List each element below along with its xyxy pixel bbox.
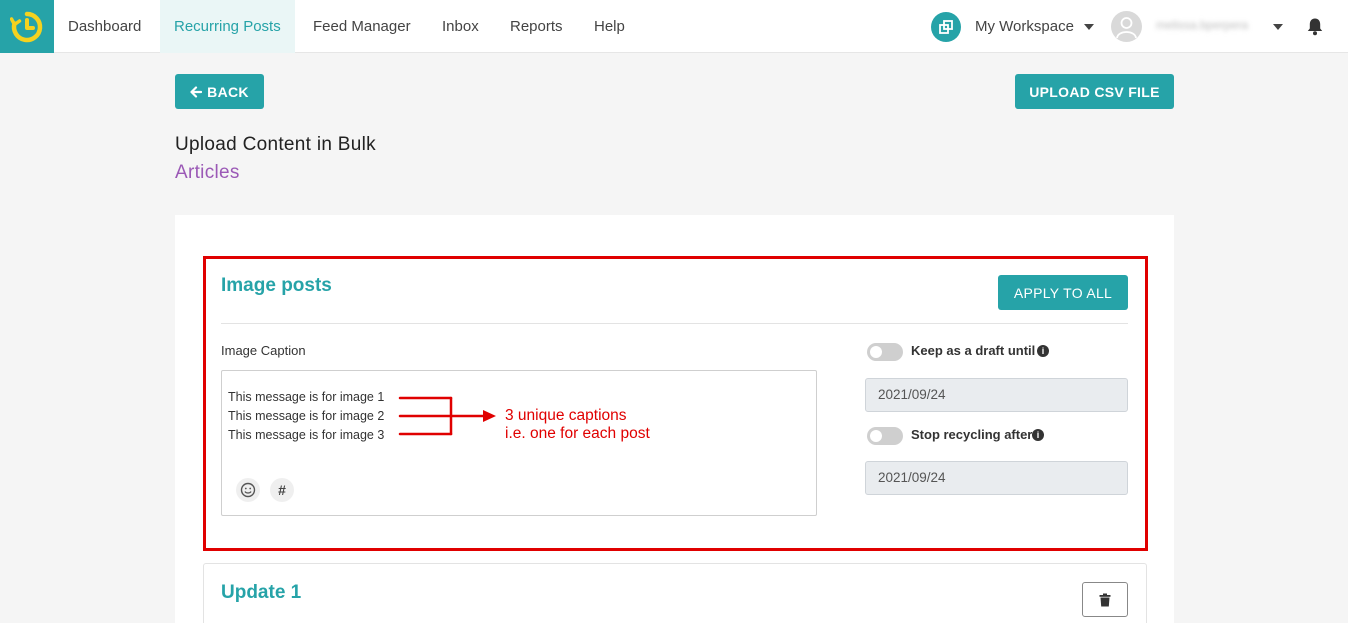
image-posts-title: Image posts: [221, 275, 332, 296]
caption-line: This message is for image 3: [228, 428, 385, 442]
annotation-arrows: [398, 396, 496, 436]
delete-button[interactable]: [1082, 582, 1128, 617]
annotation-text: i.e. one for each post: [505, 425, 650, 442]
apply-to-all-button[interactable]: APPLY TO ALL: [998, 275, 1128, 310]
workspace-icon[interactable]: [931, 12, 961, 42]
back-button-label: BACK: [207, 83, 249, 100]
nav-feed-manager[interactable]: Feed Manager: [299, 0, 425, 53]
keep-draft-label: Keep as a draft until: [911, 343, 1036, 358]
stop-date-input[interactable]: 2021/09/24: [865, 461, 1128, 495]
nav-inbox[interactable]: Inbox: [428, 0, 493, 53]
back-button[interactable]: BACK: [175, 74, 264, 109]
nav-help[interactable]: Help: [580, 0, 639, 53]
stop-recycling-toggle[interactable]: [867, 427, 903, 445]
workspace-selector[interactable]: My Workspace: [975, 0, 1074, 53]
image-caption-label: Image Caption: [221, 343, 306, 358]
caption-line: This message is for image 1: [228, 390, 385, 404]
annotation-text: 3 unique captions: [505, 407, 627, 424]
caption-line: This message is for image 2: [228, 409, 385, 423]
upload-csv-button[interactable]: UPLOAD CSV FILE: [1015, 74, 1174, 109]
keep-draft-toggle[interactable]: [867, 343, 903, 361]
top-nav: Dashboard Recurring Posts Feed Manager I…: [0, 0, 1348, 53]
update-card: [203, 563, 1147, 623]
info-icon[interactable]: i: [1032, 429, 1044, 441]
user-chevron-down-icon[interactable]: [1273, 24, 1283, 30]
page-subtitle: Articles: [175, 162, 240, 183]
app-logo[interactable]: [0, 0, 54, 53]
stop-recycling-label: Stop recycling after: [911, 427, 1033, 442]
workspace-chevron-down-icon[interactable]: [1084, 24, 1094, 30]
username[interactable]: melissa.bperpera: [1156, 18, 1248, 32]
emoji-icon[interactable]: [236, 478, 260, 502]
divider: [221, 323, 1128, 324]
bell-icon[interactable]: [1306, 17, 1324, 41]
nav-dashboard[interactable]: Dashboard: [54, 0, 155, 53]
clock-logo-icon: [10, 11, 43, 42]
arrow-left-icon: [190, 85, 203, 98]
nav-reports[interactable]: Reports: [496, 0, 577, 53]
draft-date-input[interactable]: 2021/09/24: [865, 378, 1128, 412]
hashtag-icon[interactable]: #: [270, 478, 294, 502]
avatar[interactable]: [1111, 11, 1142, 42]
trash-icon: [1099, 593, 1111, 606]
info-icon[interactable]: i: [1037, 345, 1049, 357]
page-title: Upload Content in Bulk: [175, 134, 376, 155]
nav-recurring-posts[interactable]: Recurring Posts: [160, 0, 295, 53]
update-title: Update 1: [221, 582, 302, 603]
